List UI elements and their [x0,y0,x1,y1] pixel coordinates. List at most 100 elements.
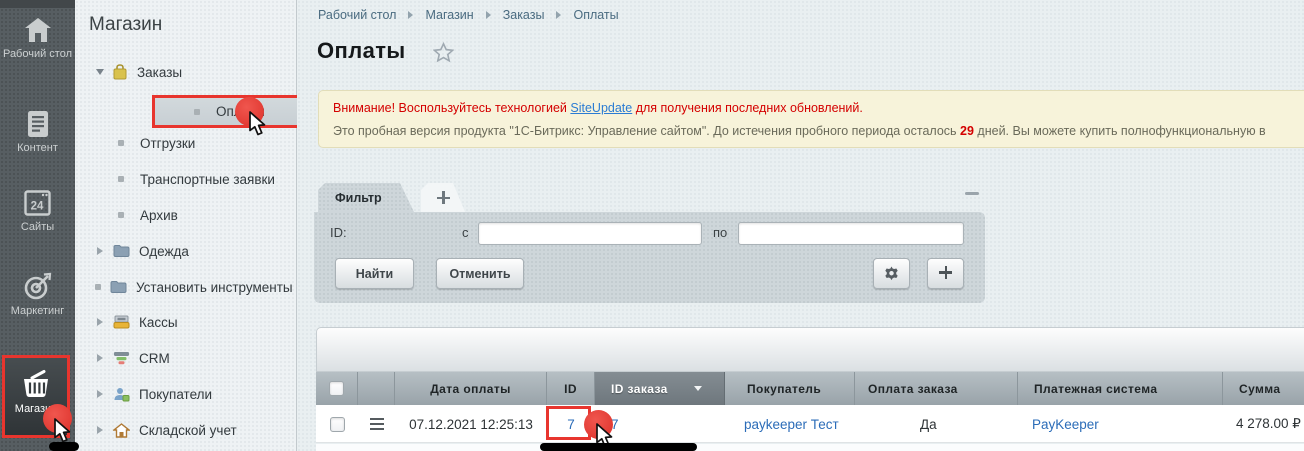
tab-filter-label: Фильтр [335,191,382,205]
payment-system-link[interactable]: PayKeeper [1032,417,1099,432]
filter-to-label: по [713,225,727,240]
menu-item-crm[interactable]: CRM [75,347,296,369]
breadcrumb-item[interactable]: Рабочий стол [318,8,396,22]
svg-text:24: 24 [31,201,44,213]
chevron-down-icon[interactable] [96,69,104,75]
collapse-filter-icon[interactable] [965,192,979,195]
find-button[interactable]: Найти [335,258,414,289]
cell-date: 07.12.2021 12:25:13 [395,405,547,443]
menu-item-install-tools[interactable]: Установить инструменты и [75,276,296,298]
warning-text: для получения последних обновлений. [632,101,863,115]
row-checkbox[interactable] [330,417,345,432]
sidebar-item-sites[interactable]: 24 Сайты [0,190,75,233]
breadcrumb: Рабочий стол Магазин Заказы Оплаты [318,8,619,22]
payments-grid: Дата оплаты ID ID заказа Покупатель Опла… [316,327,1304,451]
gear-icon [884,266,899,281]
chevron-right-icon[interactable] [97,318,103,326]
bullet-icon [118,176,124,182]
bullet-icon [194,109,200,115]
breadcrumb-item[interactable]: Оплаты [573,8,618,22]
select-all-checkbox[interactable] [329,381,344,396]
page-title: Оплаты [317,38,406,64]
row-select-cell [316,405,358,443]
document-icon [27,110,49,138]
cash-register-icon [113,315,130,329]
sidebar-item-label: Магазин [5,403,67,415]
column-header-date[interactable]: Дата оплаты [395,372,547,405]
chevron-right-icon[interactable] [97,390,103,398]
filter-settings-button[interactable] [873,258,910,289]
tab-filter[interactable]: Фильтр [318,183,414,212]
sites-24-icon: 24 [24,190,51,217]
menu-item-shipments[interactable]: Отгрузки [75,132,296,154]
id-from-input[interactable] [478,222,702,245]
folder-icon [113,244,130,258]
column-header-label: ID заказа [611,382,668,396]
id-to-input[interactable] [738,222,964,245]
chevron-right-icon[interactable] [97,247,103,255]
menu-item-transport-requests[interactable]: Транспортные заявки [75,168,296,190]
add-filter-tab-button[interactable] [421,183,465,212]
menu-item-label: Архив [140,208,178,223]
warning-line-1: Внимание! Воспользуйтесь технологией Sit… [333,101,1304,115]
menu-item-cash-registers[interactable]: Кассы [75,311,296,333]
column-header-order-id[interactable]: ID заказа [595,372,725,405]
grid-toolbar [316,327,1304,372]
menu-item-label: Складской учет [139,423,237,438]
filter-panel: ID: с по Найти Отменить [314,212,985,303]
column-header-payment-system[interactable]: Платежная система [1018,372,1223,405]
menu-item-customers[interactable]: Покупатели [75,383,296,405]
menu-title: Магазин [89,14,162,36]
warning-text: дней. Вы можете купить полнофункциональн… [974,124,1266,138]
target-icon [23,272,52,301]
add-filter-field-button[interactable] [927,258,964,289]
sidebar-item-marketing[interactable]: Маркетинг [0,272,75,317]
order-id-link[interactable]: 7 [611,417,619,432]
customers-icon [113,387,130,402]
menu-item-label: Кассы [139,315,178,330]
bullet-icon [95,284,101,290]
sidebar-item-store-active[interactable]: Магазин [2,355,70,438]
chevron-right-icon[interactable] [97,354,103,362]
row-actions-menu-icon[interactable] [370,418,384,430]
cell-paid: Да [855,405,1018,443]
plus-icon [437,191,450,204]
breadcrumb-item[interactable]: Заказы [503,8,545,22]
siteupdate-link[interactable]: SiteUpdate [570,101,632,115]
row-menu-header-cell [358,372,395,405]
menu-item-label: Одежда [139,244,189,259]
menu-item-label: Транспортные заявки [140,172,275,187]
column-header-paid[interactable]: Оплата заказа [855,372,1018,405]
menu-item-warehouse[interactable]: Складской учет [75,419,296,441]
breadcrumb-separator-icon [556,11,561,19]
sidebar-item-desktop[interactable]: Рабочий стол [0,16,75,60]
menu-item-archive[interactable]: Архив [75,204,296,226]
basket-icon [18,369,54,399]
breadcrumb-item[interactable]: Магазин [425,8,473,22]
sidebar-item-content[interactable]: Контент [0,110,75,154]
store-menu-panel: Магазин Заказы Оплаты Отгрузки Транспорт… [75,0,297,451]
cell-order-id: 7 [595,405,725,443]
cell-payment-system: PayKeeper [1018,405,1223,443]
bullet-icon [118,140,124,146]
row-menu-cell [358,405,395,443]
cancel-button[interactable]: Отменить [436,258,524,289]
chevron-right-icon[interactable] [97,426,103,434]
menu-item-label: Заказы [137,65,182,80]
favorite-star-icon[interactable] [433,42,454,63]
sidebar-item-label: Маркетинг [0,305,75,317]
buyer-link[interactable]: paykeeper Тест [744,417,839,432]
days-left-value: 29 [960,124,974,138]
column-header-id[interactable]: ID [547,372,595,405]
menu-item-orders[interactable]: Заказы [75,61,296,83]
menu-item-clothes[interactable]: Одежда [75,240,296,262]
table-row: 07.12.2021 12:25:13 7 7 paykeeper Тест Д… [316,405,1304,443]
payment-id-link[interactable]: 7 [567,417,575,432]
sidebar-item-label: Сайты [0,221,75,233]
column-header-buyer[interactable]: Покупатель [725,372,855,405]
column-header-sum[interactable]: Сумма [1223,372,1304,405]
content-area: Рабочий стол Магазин Заказы Оплаты Оплат… [297,0,1304,451]
crm-funnel-icon [113,351,130,365]
warehouse-house-icon [113,423,130,438]
menu-item-label: Покупатели [139,387,212,402]
